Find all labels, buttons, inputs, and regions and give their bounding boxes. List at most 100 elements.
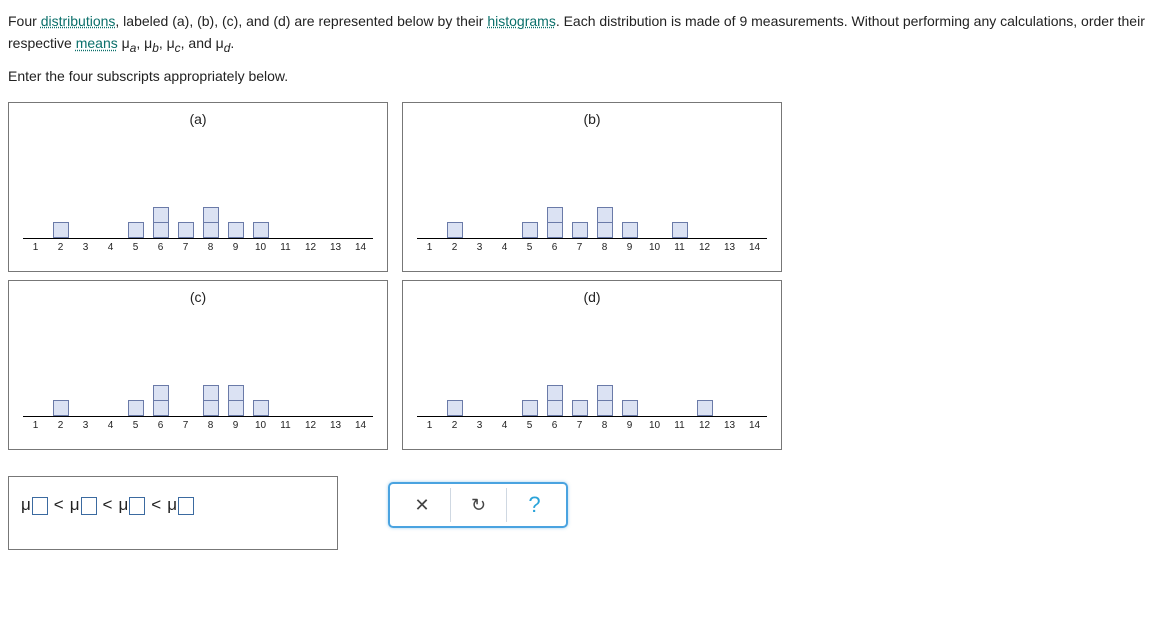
bar-col <box>517 386 542 416</box>
bar-col <box>467 208 492 238</box>
x-tick-label: 10 <box>248 420 273 431</box>
bar-col <box>348 208 373 238</box>
mu-symbol: μ <box>167 495 177 515</box>
bar-col <box>198 208 223 238</box>
bar-col <box>348 386 373 416</box>
bar-col <box>567 208 592 238</box>
lt-symbol: < <box>54 495 64 515</box>
x-tick-label: 10 <box>642 420 667 431</box>
subscript-input-3[interactable] <box>129 497 145 515</box>
bar-col <box>617 208 642 238</box>
x-tick-label: 5 <box>517 242 542 253</box>
x-tick-label: 9 <box>223 242 248 253</box>
x-tick-label: 11 <box>667 420 692 431</box>
clear-button[interactable]: ✕ <box>394 488 450 522</box>
bar-block <box>253 400 269 416</box>
bar-block <box>622 222 638 238</box>
bar-col <box>542 386 567 416</box>
x-tick-label: 7 <box>567 420 592 431</box>
bar-block <box>597 400 613 416</box>
undo-button[interactable]: ↻ <box>450 488 506 522</box>
bar-col <box>642 208 667 238</box>
x-tick-label: 3 <box>467 242 492 253</box>
bar-block <box>178 222 194 238</box>
x-tick-label: 14 <box>742 242 767 253</box>
x-tick-label: 3 <box>73 420 98 431</box>
x-tick-label: 11 <box>273 242 298 253</box>
x-ticks: 1234567891011121314 <box>417 420 767 431</box>
x-tick-label: 14 <box>348 420 373 431</box>
help-icon: ? <box>528 492 540 518</box>
mu-slot-2: μ <box>70 495 97 515</box>
bar-col <box>23 386 48 416</box>
plot-area: 1234567891011121314 <box>417 158 767 253</box>
bar-block <box>522 222 538 238</box>
bar-col <box>248 386 273 416</box>
bar-block <box>547 207 563 223</box>
intro-text-4: μ <box>118 35 130 51</box>
subscript-input-2[interactable] <box>81 497 97 515</box>
subscript-input-1[interactable] <box>32 497 48 515</box>
x-tick-label: 4 <box>492 420 517 431</box>
bar-col <box>98 208 123 238</box>
link-means[interactable]: means <box>76 35 118 51</box>
lt-symbol: < <box>151 495 161 515</box>
instruction-line: Enter the four subscripts appropriately … <box>8 68 1154 84</box>
bar-block <box>203 400 219 416</box>
bar-block <box>153 207 169 223</box>
bar-col <box>148 386 173 416</box>
bar-col <box>617 386 642 416</box>
intro-text-1: Four <box>8 13 41 29</box>
bar-col <box>642 386 667 416</box>
x-tick-label: 2 <box>442 420 467 431</box>
bar-col <box>492 386 517 416</box>
link-histograms[interactable]: histograms <box>487 13 555 29</box>
mu-symbol: μ <box>21 495 31 515</box>
x-tick-label: 13 <box>717 420 742 431</box>
bar-block <box>447 400 463 416</box>
bars <box>23 386 373 416</box>
mu-symbol: μ <box>70 495 80 515</box>
bar-block <box>53 222 69 238</box>
x-tick-label: 7 <box>173 420 198 431</box>
x-tick-label: 1 <box>417 420 442 431</box>
bar-block <box>597 385 613 401</box>
x-tick-label: 13 <box>323 242 348 253</box>
bar-block <box>53 400 69 416</box>
bar-col <box>542 208 567 238</box>
subscript-input-4[interactable] <box>178 497 194 515</box>
close-icon: ✕ <box>414 495 429 516</box>
bar-col <box>667 208 692 238</box>
lt-symbol: < <box>103 495 113 515</box>
bar-col <box>692 386 717 416</box>
bar-col <box>248 208 273 238</box>
chart-title: (c) <box>9 281 387 309</box>
x-tick-label: 6 <box>542 242 567 253</box>
plot-area: 1234567891011121314 <box>23 158 373 253</box>
bar-col <box>298 386 323 416</box>
bar-block <box>697 400 713 416</box>
bar-block <box>572 400 588 416</box>
problem-intro: Four distributions, labeled (a), (b), (c… <box>8 10 1154 58</box>
bar-col <box>48 208 73 238</box>
bar-block <box>153 400 169 416</box>
help-button[interactable]: ? <box>506 488 562 522</box>
link-distributions[interactable]: distributions <box>41 13 116 29</box>
chart-title: (b) <box>403 103 781 131</box>
axis-line <box>23 416 373 417</box>
mu-slot-4: μ <box>167 495 194 515</box>
x-tick-label: 9 <box>223 420 248 431</box>
x-ticks: 1234567891011121314 <box>23 242 373 253</box>
x-tick-label: 2 <box>442 242 467 253</box>
x-tick-label: 6 <box>148 420 173 431</box>
x-tick-label: 2 <box>48 420 73 431</box>
bar-col <box>442 386 467 416</box>
x-tick-label: 8 <box>592 242 617 253</box>
x-tick-label: 1 <box>23 242 48 253</box>
intro-text-2: , labeled (a), (b), (c), and (d) are rep… <box>115 13 487 29</box>
bar-col <box>742 386 767 416</box>
bar-col <box>298 208 323 238</box>
x-tick-label: 10 <box>248 242 273 253</box>
bar-block <box>547 222 563 238</box>
footer-row: μ < μ < μ < μ ✕ ↻ <box>8 476 1154 550</box>
